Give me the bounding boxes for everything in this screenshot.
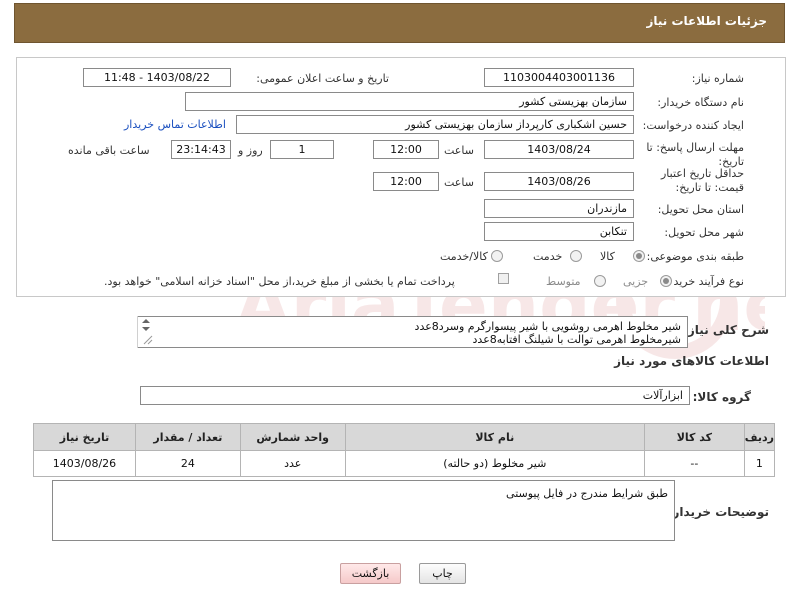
province-field: مازندران	[484, 199, 634, 218]
cell-unit: عدد	[239, 450, 346, 477]
table-row: 1 -- شیر مخلوط (دو حالته) عدد 24 1403/08…	[33, 450, 776, 477]
province-label: استان محل تحویل:	[657, 203, 744, 216]
category-option-service: خدمت	[533, 250, 563, 263]
col-unit: واحد شمارش	[239, 423, 346, 451]
announce-label: تاریخ و ساعت اعلان عمومی:	[256, 72, 389, 85]
need-number-field: 1103004403001136	[484, 68, 634, 87]
cell-date: 1403/08/26	[33, 450, 136, 477]
page-title: جزئیات اطلاعات نیاز	[646, 14, 767, 28]
process-radio-medium[interactable]	[594, 275, 606, 287]
buyer-notes-textarea[interactable]: طبق شرایط مندرج در فایل پیوستی	[52, 480, 675, 541]
buyer-contact-link[interactable]: اطلاعات تماس خریدار	[124, 118, 226, 131]
back-button[interactable]: بازگشت	[340, 563, 401, 584]
items-table: ردیف کد کالا نام کالا واحد شمارش تعداد /…	[33, 423, 776, 477]
cell-name: شیر مخلوط (دو حالته)	[344, 450, 645, 477]
process-radio-minor[interactable]	[660, 275, 672, 287]
requester-label: ایجاد کننده درخواست:	[642, 119, 744, 132]
city-field: تنکابن	[484, 222, 634, 241]
validity-date-field: 1403/08/26	[484, 172, 634, 191]
deadline-time-field: 12:00	[373, 140, 439, 159]
category-radio-goods[interactable]	[633, 250, 645, 262]
need-number-label: شماره نیاز:	[691, 72, 744, 85]
validity-label: حداقل تاریخ اعتبار قیمت: تا تاریخ:	[660, 167, 744, 194]
deadline-time-label: ساعت	[444, 144, 474, 157]
category-radio-both[interactable]	[491, 250, 503, 262]
validity-time-label: ساعت	[444, 176, 474, 189]
col-name: نام کالا	[344, 423, 645, 451]
buyer-notes-text: طبق شرایط مندرج در فایل پیوستی	[506, 487, 668, 500]
announce-field: 1403/08/22 - 11:48	[83, 68, 231, 87]
print-button[interactable]: چاپ	[419, 563, 466, 584]
category-label: طبقه بندی موضوعی:	[646, 250, 744, 263]
deadline-label: مهلت ارسال پاسخ: تا تاریخ:	[646, 141, 744, 168]
goods-group-field: ابزارآلات	[140, 386, 690, 405]
buyer-notes-label: توضیحات خریدار:	[667, 505, 769, 519]
cell-quantity: 24	[134, 450, 241, 477]
goods-section-title: اطلاعات کالاهای مورد نیاز	[614, 354, 769, 368]
process-label: نوع فرآیند خرید :	[666, 275, 744, 288]
validity-time-field: 12:00	[373, 172, 439, 191]
cell-code: --	[643, 450, 745, 477]
description-label: شرح کلی نیاز:	[683, 323, 769, 337]
treasury-checkbox[interactable]	[498, 273, 509, 284]
process-option-minor: جزیی	[623, 275, 649, 288]
days-label: روز و	[238, 144, 263, 157]
city-label: شهر محل تحویل:	[664, 226, 744, 239]
category-option-goods: کالا	[600, 250, 615, 263]
col-quantity: تعداد / مقدار	[134, 423, 241, 451]
buyer-org-label: نام دستگاه خریدار:	[657, 96, 744, 109]
process-option-medium: متوسط	[546, 275, 581, 288]
remaining-time-field: 23:14:43	[171, 140, 231, 159]
category-option-both: کالا/خدمت	[440, 250, 488, 263]
days-field: 1	[270, 140, 334, 159]
remaining-label: ساعت باقی مانده	[68, 144, 150, 157]
col-row: ردیف	[743, 423, 776, 451]
description-line-2: شیرمخلوط اهرمی توالت با شیلنگ افتابه8عدد	[472, 333, 681, 346]
col-code: کد کالا	[643, 423, 745, 451]
description-scrollbar[interactable]	[137, 316, 154, 348]
cell-row: 1	[743, 450, 776, 477]
payment-note: پرداخت تمام یا بخشی از مبلغ خرید،از محل …	[104, 275, 455, 288]
description-line-1: شیر مخلوط اهرمی روشویی با شیر پیسوارگرم …	[414, 320, 681, 333]
col-date: تاریخ نیاز	[33, 423, 136, 451]
goods-group-label: گروه کالا:	[692, 390, 751, 404]
buyer-org-field: سازمان بهزیستی کشور	[185, 92, 634, 111]
category-radio-service[interactable]	[570, 250, 582, 262]
deadline-date-field: 1403/08/24	[484, 140, 634, 159]
requester-field: حسین اشکباری کارپرداز سازمان بهزیستی کشو…	[236, 115, 634, 134]
scroll-arrows-icon	[142, 319, 153, 345]
items-table-header: ردیف کد کالا نام کالا واحد شمارش تعداد /…	[33, 423, 776, 451]
description-textarea[interactable]: شیر مخلوط اهرمی روشویی با شیر پیسوارگرم …	[137, 316, 688, 348]
